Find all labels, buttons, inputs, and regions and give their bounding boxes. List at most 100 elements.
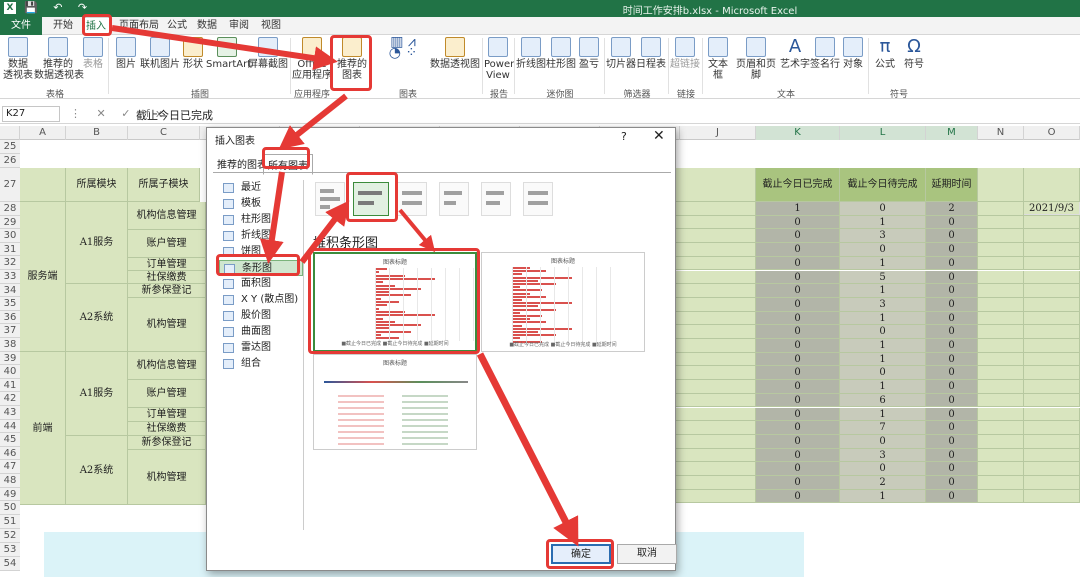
- item-cell[interactable]: 订单管理: [128, 258, 206, 271]
- item-cell[interactable]: 社保缴费: [128, 271, 206, 284]
- blank-cell[interactable]: [978, 215, 1024, 230]
- header-cell[interactable]: [20, 168, 66, 202]
- data-cell[interactable]: 0: [756, 476, 840, 490]
- column-header[interactable]: B: [66, 126, 128, 140]
- data-cell[interactable]: 0: [756, 421, 840, 435]
- tab-home[interactable]: 开始: [48, 17, 78, 35]
- row-header[interactable]: 39: [0, 351, 20, 366]
- blank-cell[interactable]: [978, 325, 1024, 339]
- data-cell[interactable]: 0: [926, 380, 978, 394]
- data-cell[interactable]: 7: [840, 421, 926, 435]
- submodule-cell[interactable]: A1服务: [66, 202, 128, 284]
- data-cell[interactable]: 0: [756, 297, 840, 312]
- 3d-percent-bar-option[interactable]: [523, 182, 553, 216]
- blank-cell[interactable]: [1024, 489, 1080, 504]
- scatter-chart-icon[interactable]: ⁘: [405, 45, 417, 61]
- 3d-clustered-bar-option[interactable]: [439, 182, 469, 216]
- blank-cell[interactable]: [1024, 284, 1080, 298]
- data-cell[interactable]: 0: [756, 243, 840, 257]
- textbox-button[interactable]: 文本框: [704, 37, 732, 81]
- row-header[interactable]: 34: [0, 283, 20, 298]
- data-cell[interactable]: 0: [926, 270, 978, 285]
- row-header[interactable]: 51: [0, 515, 20, 530]
- item-cell[interactable]: 账户管理: [128, 230, 206, 258]
- blank-cell[interactable]: [978, 393, 1024, 408]
- row-header[interactable]: 43: [0, 406, 20, 420]
- data-cell[interactable]: 0: [756, 284, 840, 298]
- row-header[interactable]: 32: [0, 256, 20, 270]
- item-cell[interactable]: 新参保登记: [128, 284, 206, 298]
- data-cell[interactable]: 1: [840, 380, 926, 394]
- row-header[interactable]: 38: [0, 338, 20, 352]
- data-cell[interactable]: 1: [840, 352, 926, 367]
- data-cell[interactable]: 0: [756, 325, 840, 339]
- data-cell[interactable]: 0: [926, 339, 978, 353]
- column-header[interactable]: L: [840, 126, 926, 140]
- row-header[interactable]: 41: [0, 378, 20, 393]
- data-cell[interactable]: 0: [926, 421, 978, 435]
- chart-preview-1[interactable]: 图表标题 ■截止今日已完成 ■截止今日待完成 ■延期时间: [313, 252, 477, 352]
- row-header[interactable]: 35: [0, 297, 20, 311]
- data-cell[interactable]: 0: [926, 489, 978, 504]
- data-cell[interactable]: 0: [756, 339, 840, 353]
- blank-cell[interactable]: [1024, 297, 1080, 312]
- data-cell[interactable]: 0: [926, 352, 978, 367]
- stacked-bar-option[interactable]: [353, 182, 389, 216]
- data-cell[interactable]: 1: [840, 489, 926, 504]
- tab-review[interactable]: 审阅: [225, 17, 253, 35]
- slicer-button[interactable]: 切片器: [606, 37, 636, 70]
- data-cell[interactable]: 6: [840, 393, 926, 408]
- module-cell[interactable]: 服务端: [20, 202, 66, 352]
- data-cell[interactable]: 2: [840, 476, 926, 490]
- blank-cell[interactable]: [1024, 215, 1080, 230]
- data-cell[interactable]: 0: [840, 462, 926, 476]
- data-cell[interactable]: 0: [756, 407, 840, 422]
- data-cell[interactable]: 0: [756, 434, 840, 449]
- category-line[interactable]: 折线图: [219, 228, 303, 244]
- header-cell[interactable]: [978, 168, 1024, 202]
- data-cell[interactable]: 0: [756, 270, 840, 285]
- item-cell[interactable]: 机构信息管理: [128, 202, 206, 230]
- blank-cell[interactable]: [1024, 448, 1080, 463]
- data-cell[interactable]: 0: [926, 243, 978, 257]
- row-header[interactable]: 48: [0, 474, 20, 488]
- header-delay[interactable]: 延期时间: [926, 168, 978, 202]
- header-footer-button[interactable]: 页眉和页脚: [732, 37, 780, 81]
- timeline-button[interactable]: 日程表: [636, 37, 666, 70]
- data-cell[interactable]: 0: [926, 297, 978, 312]
- data-cell[interactable]: 0: [926, 284, 978, 298]
- percent-stacked-bar-option[interactable]: [397, 182, 427, 216]
- blank-cell[interactable]: [1024, 311, 1080, 326]
- data-cell[interactable]: 0: [926, 476, 978, 490]
- data-cell[interactable]: 0: [926, 325, 978, 339]
- blank-cell[interactable]: [1024, 380, 1080, 394]
- sparkline-column-button[interactable]: 柱形图: [546, 37, 576, 70]
- data-cell[interactable]: 1: [840, 284, 926, 298]
- row-header[interactable]: 29: [0, 215, 20, 230]
- data-cell[interactable]: 0: [926, 366, 978, 381]
- category-template[interactable]: 模板: [219, 196, 303, 212]
- blank-cell[interactable]: [1024, 462, 1080, 476]
- blank-cell[interactable]: [978, 284, 1024, 298]
- data-cell[interactable]: 0: [756, 462, 840, 476]
- column-header[interactable]: O: [1024, 126, 1080, 140]
- screenshot-button[interactable]: 屏幕截图: [248, 37, 288, 70]
- row-header[interactable]: 44: [0, 419, 20, 434]
- column-header[interactable]: J: [680, 126, 756, 140]
- tab-data[interactable]: 数据: [194, 17, 220, 35]
- data-cell[interactable]: 0: [926, 215, 978, 230]
- item-cell[interactable]: 机构管理: [128, 450, 206, 505]
- pivot-chart-button[interactable]: 数据透视图: [430, 37, 480, 70]
- data-cell[interactable]: 0: [926, 229, 978, 244]
- row-header[interactable]: 31: [0, 242, 20, 257]
- cancel-button[interactable]: 取消: [617, 544, 677, 564]
- header-module[interactable]: 所属模块: [66, 168, 128, 202]
- row-header[interactable]: 30: [0, 229, 20, 243]
- category-surface[interactable]: 曲面图: [219, 324, 303, 340]
- data-cell[interactable]: 0: [756, 256, 840, 271]
- row-header[interactable]: 40: [0, 365, 20, 379]
- column-header[interactable]: C: [128, 126, 200, 140]
- data-cell[interactable]: 0: [840, 366, 926, 381]
- data-cell[interactable]: 0: [756, 215, 840, 230]
- category-recent[interactable]: 最近: [219, 180, 303, 196]
